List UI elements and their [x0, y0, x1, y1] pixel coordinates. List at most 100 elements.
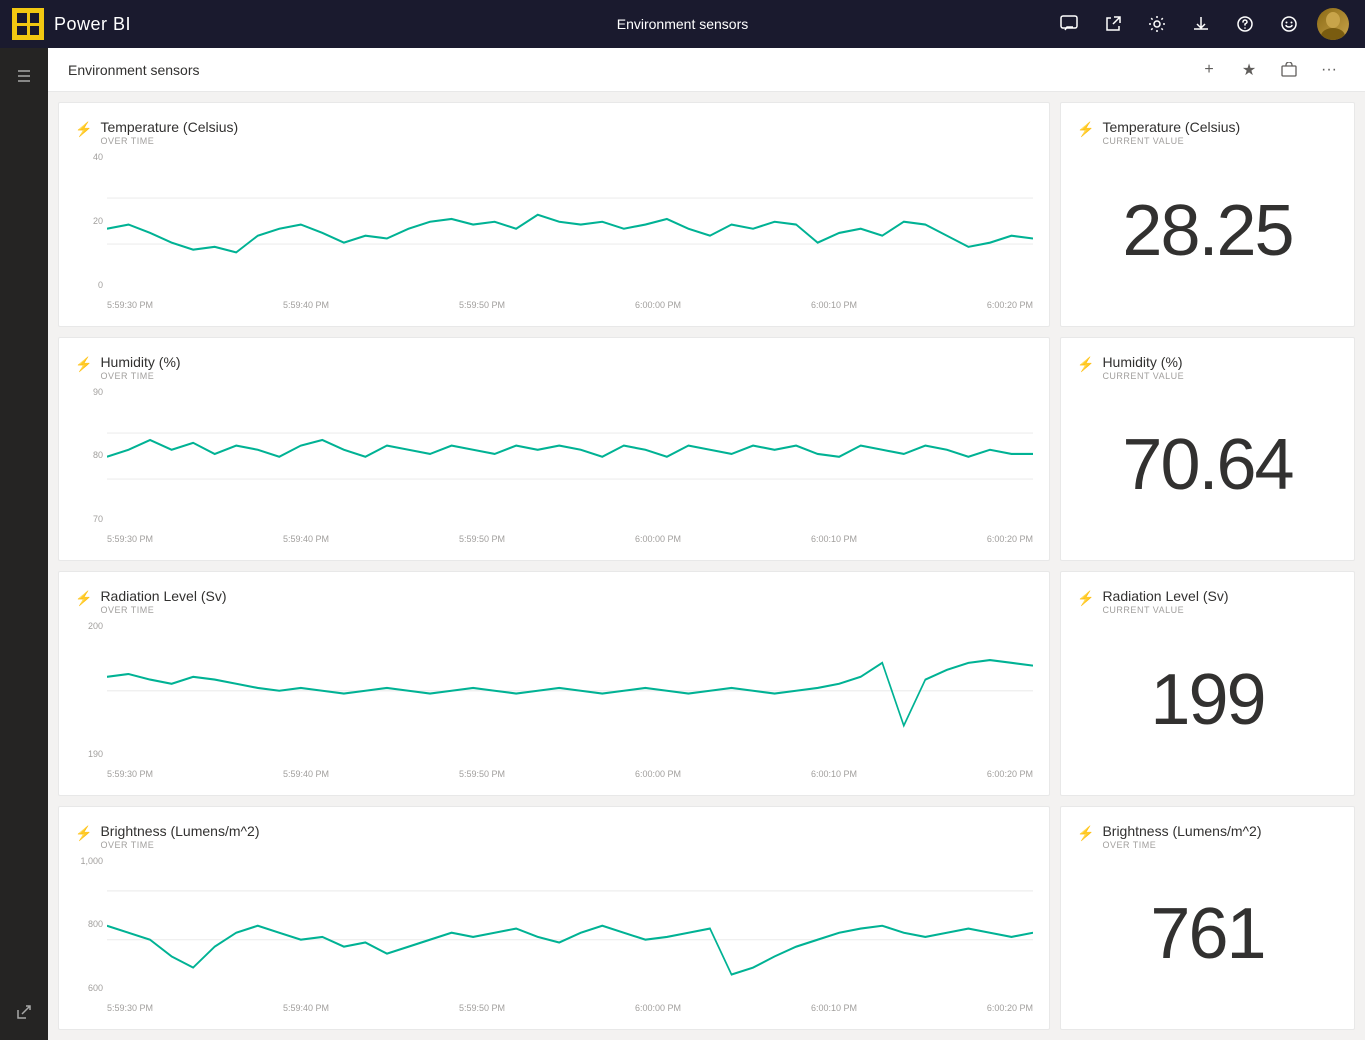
brightness-current-subtitle: OVER TIME — [1102, 840, 1261, 850]
breadcrumb-actions: + ★ ··· — [1193, 54, 1345, 86]
x-label: 5:59:30 PM — [107, 534, 153, 544]
download-icon-btn[interactable] — [1181, 4, 1221, 44]
y-label: 40 — [75, 152, 103, 162]
open-icon-btn[interactable] — [1093, 4, 1133, 44]
more-options-btn[interactable]: ··· — [1313, 54, 1345, 86]
feedback-icon-btn[interactable] — [1269, 4, 1309, 44]
temp-current-subtitle: CURRENT VALUE — [1102, 136, 1240, 146]
radiation-y-labels: 200 190 — [75, 621, 103, 759]
add-btn[interactable]: + — [1193, 54, 1225, 86]
sidebar-menu-btn[interactable] — [4, 56, 44, 96]
radiation-card-header: ⚡ Radiation Level (Sv) OVER TIME — [75, 588, 1033, 615]
y-label: 600 — [75, 983, 103, 993]
temperature-x-labels: 5:59:30 PM 5:59:40 PM 5:59:50 PM 6:00:00… — [107, 292, 1033, 310]
x-label: 6:00:00 PM — [635, 300, 681, 310]
brightness-value: 761 — [1077, 856, 1338, 1014]
x-label: 5:59:40 PM — [283, 300, 329, 310]
y-label: 20 — [75, 216, 103, 226]
y-label: 800 — [75, 919, 103, 929]
x-label: 5:59:40 PM — [283, 534, 329, 544]
temp-current-title: Temperature (Celsius) — [1102, 119, 1240, 135]
brightness-chart-container: 1,000 800 600 5:59:30 PM 5:59:40 PM — [75, 856, 1033, 1014]
main-content: Environment sensors + ★ ··· ⚡ Temperatur… — [48, 48, 1365, 1040]
x-label: 6:00:00 PM — [635, 769, 681, 779]
x-label: 6:00:10 PM — [811, 1003, 857, 1013]
y-label: 190 — [75, 749, 103, 759]
y-label: 90 — [75, 387, 103, 397]
brightness-current-title: Brightness (Lumens/m^2) — [1102, 823, 1261, 839]
humidity-x-labels: 5:59:30 PM 5:59:40 PM 5:59:50 PM 6:00:00… — [107, 526, 1033, 544]
x-label: 5:59:40 PM — [283, 769, 329, 779]
brightness-over-time-card: ⚡ Brightness (Lumens/m^2) OVER TIME 1,00… — [58, 806, 1050, 1031]
dashboard: ⚡ Temperature (Celsius) OVER TIME 40 20 … — [48, 92, 1365, 1040]
x-label: 5:59:50 PM — [459, 300, 505, 310]
chat-icon-btn[interactable] — [1049, 4, 1089, 44]
x-label: 6:00:00 PM — [635, 1003, 681, 1013]
brightness-card-subtitle: OVER TIME — [100, 840, 259, 850]
temperature-value: 28.25 — [1077, 152, 1338, 310]
app-brand: Power BI — [54, 14, 131, 35]
humidity-value: 70.64 — [1077, 387, 1338, 545]
radiation-chart-container: 200 190 5:59:30 PM 5:59:40 PM 5:59:50 PM — [75, 621, 1033, 779]
humidity-card-subtitle: OVER TIME — [100, 371, 180, 381]
radiation-current-title: Radiation Level (Sv) — [1102, 588, 1228, 604]
radiation-value: 199 — [1077, 621, 1338, 779]
temperature-over-time-card: ⚡ Temperature (Celsius) OVER TIME 40 20 … — [58, 102, 1050, 327]
flash-icon: ⚡ — [1077, 121, 1094, 138]
x-label: 5:59:30 PM — [107, 300, 153, 310]
radiation-current-header: ⚡ Radiation Level (Sv) CURRENT VALUE — [1077, 588, 1338, 615]
y-label: 70 — [75, 514, 103, 524]
brightness-y-labels: 1,000 800 600 — [75, 856, 103, 994]
x-label: 5:59:30 PM — [107, 769, 153, 779]
radiation-chart-area — [107, 621, 1033, 761]
flash-icon: ⚡ — [1077, 825, 1094, 842]
temperature-chart-area — [107, 152, 1033, 292]
y-label: 0 — [75, 280, 103, 290]
x-label: 6:00:20 PM — [987, 300, 1033, 310]
humidity-over-time-card: ⚡ Humidity (%) OVER TIME 90 80 70 — [58, 337, 1050, 562]
temp-current-header: ⚡ Temperature (Celsius) CURRENT VALUE — [1077, 119, 1338, 146]
x-label: 6:00:10 PM — [811, 300, 857, 310]
x-label: 5:59:30 PM — [107, 1003, 153, 1013]
temperature-y-labels: 40 20 0 — [75, 152, 103, 290]
x-label: 6:00:20 PM — [987, 1003, 1033, 1013]
x-label: 6:00:10 PM — [811, 769, 857, 779]
breadcrumb-title: Environment sensors — [68, 62, 200, 78]
apps-icon[interactable] — [12, 8, 44, 40]
humidity-chart-container: 90 80 70 5:59:30 PM 5:59:40 PM — [75, 387, 1033, 545]
x-label: 5:59:40 PM — [283, 1003, 329, 1013]
humidity-card-title: Humidity (%) — [100, 354, 180, 370]
sidebar-external-link-btn[interactable] — [4, 992, 44, 1032]
x-label: 5:59:50 PM — [459, 769, 505, 779]
x-label: 6:00:20 PM — [987, 534, 1033, 544]
y-label: 200 — [75, 621, 103, 631]
x-label: 6:00:10 PM — [811, 534, 857, 544]
top-nav: Power BI Environment sensors — [0, 0, 1365, 48]
nav-page-title: Environment sensors — [617, 16, 749, 32]
brightness-card-header: ⚡ Brightness (Lumens/m^2) OVER TIME — [75, 823, 1033, 850]
y-label: 80 — [75, 450, 103, 460]
humidity-current-title: Humidity (%) — [1102, 354, 1184, 370]
help-icon-btn[interactable] — [1225, 4, 1265, 44]
humidity-current-header: ⚡ Humidity (%) CURRENT VALUE — [1077, 354, 1338, 381]
brightness-chart-area — [107, 856, 1033, 996]
brightness-current-header: ⚡ Brightness (Lumens/m^2) OVER TIME — [1077, 823, 1338, 850]
radiation-card-subtitle: OVER TIME — [100, 605, 226, 615]
nav-icon-group — [1049, 4, 1353, 44]
flash-icon: ⚡ — [75, 825, 92, 842]
breadcrumb-bar: Environment sensors + ★ ··· — [48, 48, 1365, 92]
share-btn[interactable] — [1273, 54, 1305, 86]
humidity-card-header: ⚡ Humidity (%) OVER TIME — [75, 354, 1033, 381]
sidebar — [0, 48, 48, 1040]
x-label: 6:00:20 PM — [987, 769, 1033, 779]
temperature-card-subtitle: OVER TIME — [100, 136, 238, 146]
settings-icon-btn[interactable] — [1137, 4, 1177, 44]
flash-icon: ⚡ — [1077, 356, 1094, 373]
radiation-card-title: Radiation Level (Sv) — [100, 588, 226, 604]
flash-icon: ⚡ — [75, 356, 92, 373]
y-label: 1,000 — [75, 856, 103, 866]
brightness-card-title: Brightness (Lumens/m^2) — [100, 823, 259, 839]
favorite-btn[interactable]: ★ — [1233, 54, 1265, 86]
avatar[interactable] — [1313, 4, 1353, 44]
humidity-current-subtitle: CURRENT VALUE — [1102, 371, 1184, 381]
